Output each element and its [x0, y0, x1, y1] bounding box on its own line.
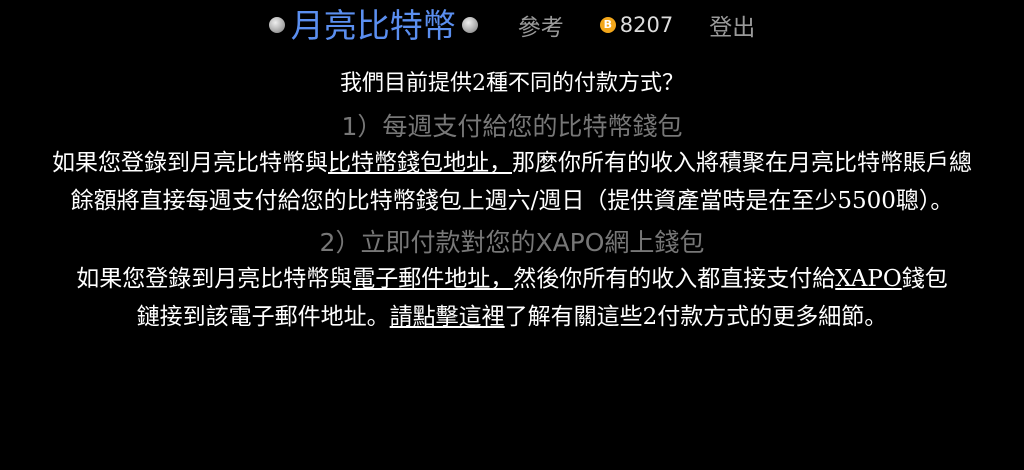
payment-info: 我們目前提供2種不同的付款方式？ 1）每週支付給您的比特幣錢包 如果您登錄到月亮…	[40, 66, 984, 336]
brand-title[interactable]: 月亮比特幣	[291, 9, 456, 42]
bitcoin-coin-icon: B	[599, 17, 616, 33]
option1-text: 如果您登錄到月亮比特幣與比特幣錢包地址，那麼你所有的收入將積聚在月亮比特幣賬戶總…	[52, 144, 972, 220]
bitcoin-wallet-address-link[interactable]: 比特幣錢包地址，	[328, 150, 512, 176]
option2-text: 如果您登錄到月亮比特幣與電子郵件地址，然後你所有的收入都直接支付給XAPO錢包鏈…	[72, 260, 952, 336]
nav-reference-link[interactable]: 參考	[518, 8, 564, 42]
option1-text-a: 如果您登錄到月亮比特幣與	[52, 150, 328, 176]
balance-display: B 8207	[599, 13, 674, 37]
payment-question: 我們目前提供2種不同的付款方式？	[340, 71, 684, 96]
moon-icon	[268, 17, 285, 33]
email-address-link[interactable]: 電子郵件地址，	[352, 266, 513, 292]
option2-text-b: 然後你所有的收入都直接支付給	[513, 266, 836, 292]
moon-icon	[461, 17, 478, 33]
option2-text-d: 了解有關這些2付款方式的更多細節。	[504, 304, 888, 330]
header-bar: 月亮比特幣 參考 B 8207 登出	[0, 0, 1024, 50]
option1-heading: 1）每週支付給您的比特幣錢包	[341, 112, 683, 141]
balance-value: 8207	[619, 13, 674, 37]
option2-text-a: 如果您登錄到月亮比特幣與	[76, 266, 353, 292]
xapo-link[interactable]: XAPO	[835, 266, 902, 292]
logout-link[interactable]: 登出	[709, 8, 755, 42]
click-here-link[interactable]: 請點擊這裡	[390, 304, 505, 330]
option2-heading: 2）立即付款對您的XAPO網上錢包	[319, 228, 705, 257]
